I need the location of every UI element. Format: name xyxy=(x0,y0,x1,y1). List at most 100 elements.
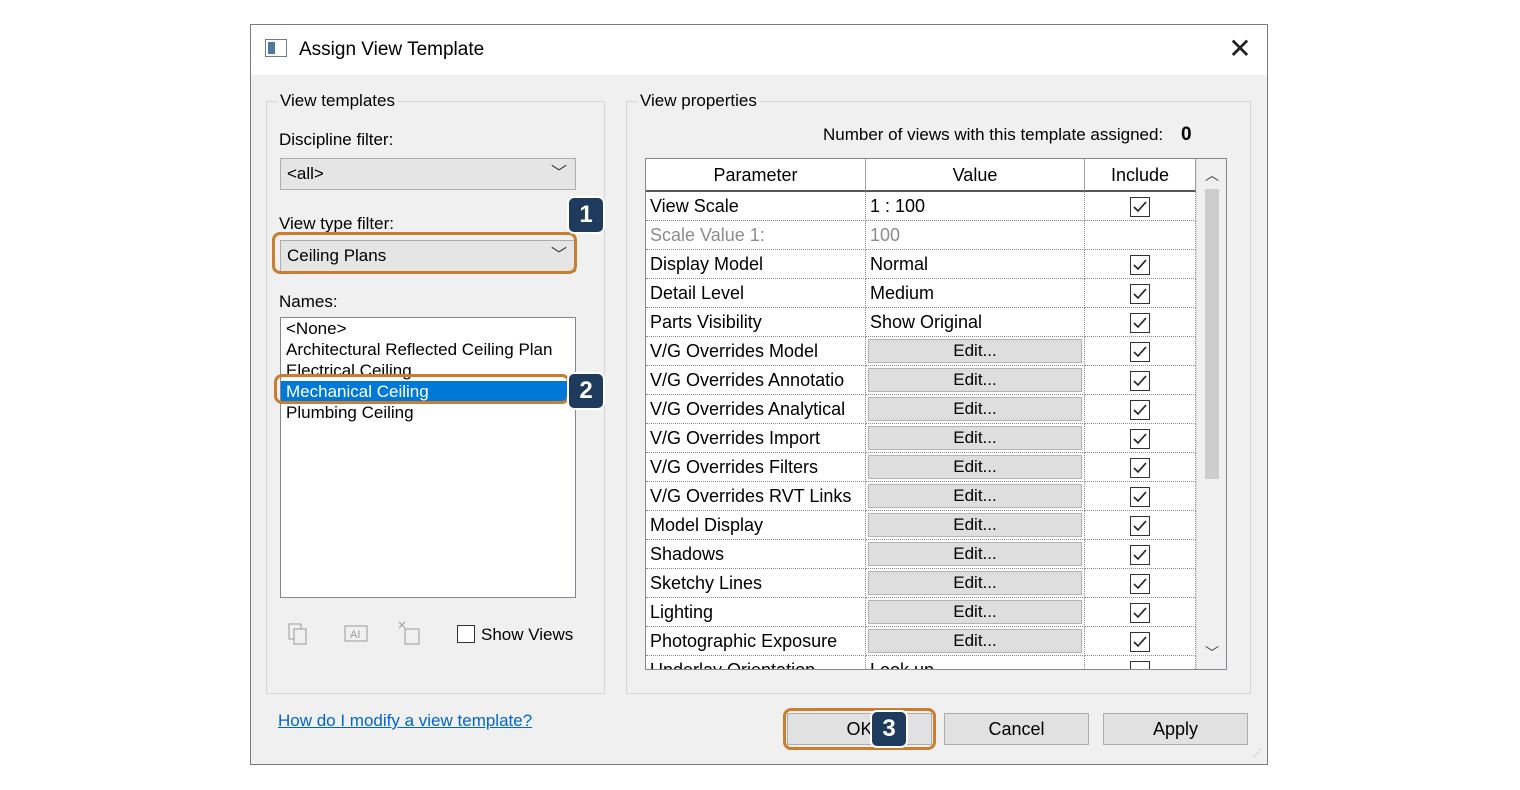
discipline-filter-select[interactable]: <all> ﹀ xyxy=(280,158,576,190)
include-cell xyxy=(1085,453,1196,482)
list-item[interactable]: Architectural Reflected Ceiling Plan xyxy=(281,339,575,360)
table-row[interactable]: V/G Overrides Import Edit... xyxy=(646,424,1196,453)
table-row[interactable]: View Scale 1 : 100 xyxy=(646,192,1196,221)
table-row[interactable]: Scale Value 1: 100 xyxy=(646,221,1196,250)
resize-grip-icon[interactable]: ⋰ xyxy=(1253,749,1265,762)
include-checkbox[interactable] xyxy=(1130,400,1150,420)
include-cell xyxy=(1085,540,1196,569)
scroll-up-icon[interactable]: ︿ xyxy=(1197,161,1226,189)
include-cell xyxy=(1085,627,1196,656)
checkmark-icon xyxy=(1133,636,1147,648)
list-item[interactable]: <None> xyxy=(281,318,575,339)
apply-button[interactable]: Apply xyxy=(1103,713,1248,745)
table-row[interactable]: V/G Overrides Annotatio Edit... xyxy=(646,366,1196,395)
ok-button[interactable]: OK xyxy=(787,713,932,745)
parameter-cell: View Scale xyxy=(646,192,866,221)
table-row[interactable]: V/G Overrides Filters Edit... xyxy=(646,453,1196,482)
chevron-down-icon: ﹀ xyxy=(550,247,567,264)
parameter-cell: Sketchy Lines xyxy=(646,569,866,598)
edit-button[interactable]: Edit... xyxy=(868,339,1082,363)
value-cell[interactable]: Normal xyxy=(866,250,1085,279)
checkmark-icon xyxy=(1133,201,1147,213)
table-row[interactable]: V/G Overrides Analytical Edit... xyxy=(646,395,1196,424)
edit-button[interactable]: Edit... xyxy=(868,426,1082,450)
include-checkbox[interactable] xyxy=(1130,574,1150,594)
value-cell[interactable]: Medium xyxy=(866,279,1085,308)
column-header-value[interactable]: Value xyxy=(866,159,1085,192)
window-icon xyxy=(265,39,287,57)
value-cell: 100 xyxy=(866,221,1085,250)
include-checkbox[interactable] xyxy=(1130,284,1150,304)
include-checkbox[interactable] xyxy=(1130,342,1150,362)
parameter-cell: V/G Overrides Filters xyxy=(646,453,866,482)
scrollbar-thumb[interactable] xyxy=(1205,189,1219,479)
names-listbox[interactable]: <None> Architectural Reflected Ceiling P… xyxy=(280,317,576,598)
edit-button[interactable]: Edit... xyxy=(868,629,1082,653)
edit-button[interactable]: Edit... xyxy=(868,600,1082,624)
show-views-checkbox[interactable] xyxy=(457,625,475,643)
checkmark-icon xyxy=(1133,578,1147,590)
include-checkbox[interactable] xyxy=(1130,313,1150,333)
column-header-include[interactable]: Include xyxy=(1085,159,1196,192)
edit-button[interactable]: Edit... xyxy=(868,368,1082,392)
edit-button[interactable]: Edit... xyxy=(868,455,1082,479)
include-checkbox[interactable] xyxy=(1130,603,1150,623)
view-type-filter-select[interactable]: Ceiling Plans ﹀ xyxy=(280,240,576,272)
table-row[interactable]: Display Model Normal xyxy=(646,250,1196,279)
edit-button[interactable]: Edit... xyxy=(868,571,1082,595)
value-cell: Edit... xyxy=(866,482,1085,511)
include-checkbox[interactable] xyxy=(1130,429,1150,449)
checkmark-icon xyxy=(1133,520,1147,532)
include-checkbox[interactable] xyxy=(1130,197,1150,217)
table-row[interactable]: Sketchy Lines Edit... xyxy=(646,569,1196,598)
table-row[interactable]: V/G Overrides Model Edit... xyxy=(646,337,1196,366)
scroll-down-icon[interactable]: ﹀ xyxy=(1197,639,1226,667)
table-row[interactable]: Detail Level Medium xyxy=(646,279,1196,308)
table-row[interactable]: Lighting Edit... xyxy=(646,598,1196,627)
value-cell: Edit... xyxy=(866,627,1085,656)
value-cell: Edit... xyxy=(866,569,1085,598)
value-cell[interactable]: 1 : 100 xyxy=(866,192,1085,221)
checkmark-icon xyxy=(1133,317,1147,329)
delete-icon[interactable] xyxy=(397,620,421,645)
include-checkbox[interactable] xyxy=(1130,661,1150,669)
edit-button[interactable]: Edit... xyxy=(868,513,1082,537)
close-icon[interactable]: ✕ xyxy=(1225,35,1255,65)
cancel-button[interactable]: Cancel xyxy=(944,713,1089,745)
include-checkbox[interactable] xyxy=(1130,487,1150,507)
table-row[interactable]: Shadows Edit... xyxy=(646,540,1196,569)
include-checkbox[interactable] xyxy=(1130,371,1150,391)
include-cell xyxy=(1085,598,1196,627)
table-row[interactable]: V/G Overrides RVT Links Edit... xyxy=(646,482,1196,511)
help-link[interactable]: How do I modify a view template? xyxy=(278,711,532,731)
table-row[interactable]: Model Display Edit... xyxy=(646,511,1196,540)
duplicate-icon[interactable] xyxy=(286,622,310,646)
edit-button[interactable]: Edit... xyxy=(868,484,1082,508)
column-header-parameter[interactable]: Parameter xyxy=(646,159,866,192)
include-cell xyxy=(1085,424,1196,453)
table-row[interactable]: Underlay Orientation Look up xyxy=(646,656,1196,669)
include-checkbox[interactable] xyxy=(1130,255,1150,275)
edit-button[interactable]: Edit... xyxy=(868,397,1082,421)
parameter-cell: V/G Overrides Model xyxy=(646,337,866,366)
view-type-filter-label: View type filter: xyxy=(279,214,394,233)
parameter-cell: Photographic Exposure xyxy=(646,627,866,656)
list-item[interactable]: Plumbing Ceiling xyxy=(281,402,575,423)
checkmark-icon xyxy=(1133,462,1147,474)
value-cell[interactable]: Look up xyxy=(866,656,1085,669)
chevron-down-icon: ﹀ xyxy=(550,165,567,182)
include-checkbox[interactable] xyxy=(1130,632,1150,652)
parameter-cell: Scale Value 1: xyxy=(646,221,866,250)
edit-button[interactable]: Edit... xyxy=(868,542,1082,566)
list-item-selected[interactable]: Mechanical Ceiling xyxy=(281,381,575,402)
table-row[interactable]: Photographic Exposure Edit... xyxy=(646,627,1196,656)
table-scrollbar[interactable]: ︿ ﹀ xyxy=(1196,159,1226,669)
value-cell[interactable]: Show Original xyxy=(866,308,1085,337)
include-checkbox[interactable] xyxy=(1130,545,1150,565)
include-checkbox[interactable] xyxy=(1130,458,1150,478)
include-checkbox[interactable] xyxy=(1130,516,1150,536)
checkmark-icon xyxy=(1133,346,1147,358)
rename-icon[interactable]: AI xyxy=(344,622,368,646)
list-item[interactable]: Electrical Ceiling xyxy=(281,360,575,381)
table-row[interactable]: Parts Visibility Show Original xyxy=(646,308,1196,337)
